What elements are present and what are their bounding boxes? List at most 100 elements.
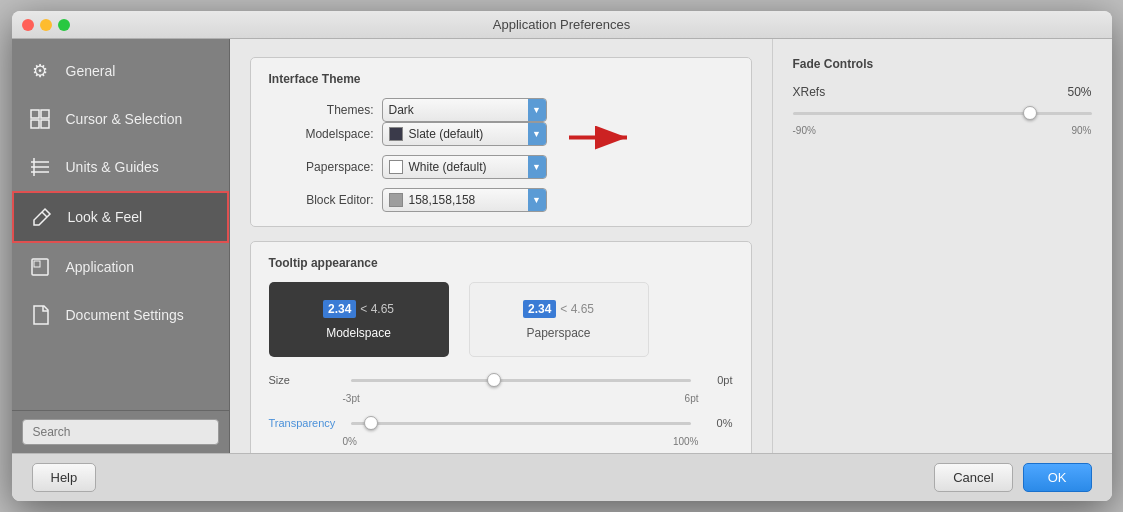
fade-controls-title: Fade Controls: [793, 57, 1092, 71]
xrefs-slider-container: [793, 103, 1092, 123]
xrefs-label: XRefs: [793, 85, 826, 99]
sidebar-label-look-feel: Look & Feel: [68, 209, 143, 225]
sidebar-item-cursor-selection[interactable]: Cursor & Selection: [12, 95, 229, 143]
interface-theme-title: Interface Theme: [269, 72, 733, 86]
transparency-slider-track: [351, 422, 691, 425]
xrefs-fade-row: XRefs 50% -90% 90%: [793, 85, 1092, 136]
transparency-slider-container: [351, 414, 691, 432]
paperspace-row: Paperspace: White (default) ▼: [269, 155, 733, 179]
help-button[interactable]: Help: [32, 463, 97, 492]
tooltip-blue-val-modelspace: 2.34: [323, 300, 356, 318]
title-bar: Application Preferences: [12, 11, 1112, 39]
block-editor-dropdown-arrow: ▼: [528, 189, 546, 211]
tooltip-values-modelspace: 2.34 < 4.65: [323, 300, 394, 318]
right-panel: Fade Controls XRefs 50% -90% 90%: [772, 39, 1112, 453]
sidebar: ⚙ General Cursor & Selection: [12, 39, 230, 453]
block-editor-value: 158,158,158: [389, 193, 476, 207]
themes-row-wrapper: Themes: Dark ▼: [269, 98, 733, 122]
bottom-bar: Help Cancel OK: [12, 453, 1112, 501]
sidebar-item-application[interactable]: Application: [12, 243, 229, 291]
modelspace-value: Slate (default): [389, 127, 484, 141]
tooltip-box-paperspace: 2.34 < 4.65 Paperspace: [469, 282, 649, 357]
sidebar-items: ⚙ General Cursor & Selection: [12, 39, 229, 410]
modelspace-select[interactable]: Slate (default) ▼: [382, 122, 547, 146]
close-button[interactable]: [22, 19, 34, 31]
svg-rect-0: [31, 110, 39, 118]
sidebar-label-application: Application: [66, 259, 135, 275]
sidebar-label-general: General: [66, 63, 116, 79]
xrefs-min-label: -90%: [793, 125, 816, 136]
block-editor-label: Block Editor:: [269, 193, 374, 207]
tooltip-preview-paperspace: 2.34 < 4.65 Paperspace: [469, 282, 649, 357]
svg-rect-2: [31, 120, 39, 128]
transparency-slider-thumb[interactable]: [364, 416, 378, 430]
transparency-max-label: 100%: [673, 436, 699, 447]
transparency-min-label: 0%: [343, 436, 357, 447]
bottom-right-buttons: Cancel OK: [934, 463, 1091, 492]
size-slider-row: Size 0pt: [269, 371, 733, 389]
xrefs-slider-thumb[interactable]: [1023, 106, 1037, 120]
size-slider-container: [351, 371, 691, 389]
ok-button[interactable]: OK: [1023, 463, 1092, 492]
sidebar-search-area: [12, 410, 229, 453]
tooltip-previews: 2.34 < 4.65 Modelspace 2.34 < 4.65: [269, 282, 733, 357]
sidebar-item-look-feel[interactable]: Look & Feel: [12, 191, 229, 243]
size-slider-value: 0pt: [703, 374, 733, 386]
application-icon: [26, 253, 54, 281]
xrefs-value: 50%: [1067, 85, 1091, 99]
modelspace-row-wrapper: Modelspace: Slate (default) ▼: [269, 122, 733, 155]
tooltip-appearance-section: Tooltip appearance 2.34 < 4.65 Modelspac…: [250, 241, 752, 453]
maximize-button[interactable]: [58, 19, 70, 31]
transparency-tick-labels: 0% 100%: [269, 436, 733, 447]
sidebar-item-units-guides[interactable]: Units & Guides: [12, 143, 229, 191]
tooltip-less-val-modelspace: < 4.65: [360, 302, 394, 316]
themes-row: Themes: Dark ▼: [269, 98, 547, 122]
themes-label: Themes:: [269, 103, 374, 117]
application-window: Application Preferences ⚙ General: [12, 11, 1112, 501]
themes-select[interactable]: Dark ▼: [382, 98, 547, 122]
block-editor-select[interactable]: 158,158,158 ▼: [382, 188, 547, 212]
paperspace-value: White (default): [389, 160, 487, 174]
xrefs-max-label: 90%: [1071, 125, 1091, 136]
transparency-slider-label: Transparency: [269, 417, 339, 429]
cursor-icon: [26, 105, 54, 133]
red-arrow-indicator: [559, 122, 639, 155]
xrefs-slider-track: [793, 112, 1092, 115]
document-icon: [26, 301, 54, 329]
gear-icon: ⚙: [26, 57, 54, 85]
size-min-label: -3pt: [343, 393, 360, 404]
sidebar-item-general[interactable]: ⚙ General: [12, 47, 229, 95]
sidebar-label-units-guides: Units & Guides: [66, 159, 159, 175]
size-slider-track: [351, 379, 691, 382]
sidebar-item-document-settings[interactable]: Document Settings: [12, 291, 229, 339]
svg-line-8: [42, 212, 47, 217]
transparency-slider-row: Transparency 0%: [269, 414, 733, 432]
paperspace-swatch: [389, 160, 403, 174]
xrefs-label-row: XRefs 50%: [793, 85, 1092, 99]
sidebar-label-cursor-selection: Cursor & Selection: [66, 111, 183, 127]
size-tick-labels: -3pt 6pt: [269, 393, 733, 404]
block-editor-swatch: [389, 193, 403, 207]
themes-value: Dark: [389, 103, 414, 117]
tooltip-values-paperspace: 2.34 < 4.65: [523, 300, 594, 318]
content-area: ⚙ General Cursor & Selection: [12, 39, 1112, 453]
size-max-label: 6pt: [685, 393, 699, 404]
sidebar-label-document-settings: Document Settings: [66, 307, 184, 323]
main-panel: Interface Theme Themes: Dark ▼ Modelspac…: [230, 39, 772, 453]
xrefs-range-labels: -90% 90%: [793, 125, 1092, 136]
tooltip-less-val-paperspace: < 4.65: [560, 302, 594, 316]
tooltip-label-paperspace: Paperspace: [526, 326, 590, 340]
paperspace-dropdown-arrow: ▼: [528, 156, 546, 178]
search-input[interactable]: [22, 419, 219, 445]
size-slider-label: Size: [269, 374, 339, 386]
modelspace-label: Modelspace:: [269, 127, 374, 141]
paperspace-select[interactable]: White (default) ▼: [382, 155, 547, 179]
tooltip-box-modelspace: 2.34 < 4.65 Modelspace: [269, 282, 449, 357]
block-editor-row: Block Editor: 158,158,158 ▼: [269, 188, 733, 212]
cancel-button[interactable]: Cancel: [934, 463, 1012, 492]
size-slider-thumb[interactable]: [487, 373, 501, 387]
tooltip-blue-val-paperspace: 2.34: [523, 300, 556, 318]
minimize-button[interactable]: [40, 19, 52, 31]
tooltip-appearance-title: Tooltip appearance: [269, 256, 733, 270]
paperspace-label: Paperspace:: [269, 160, 374, 174]
